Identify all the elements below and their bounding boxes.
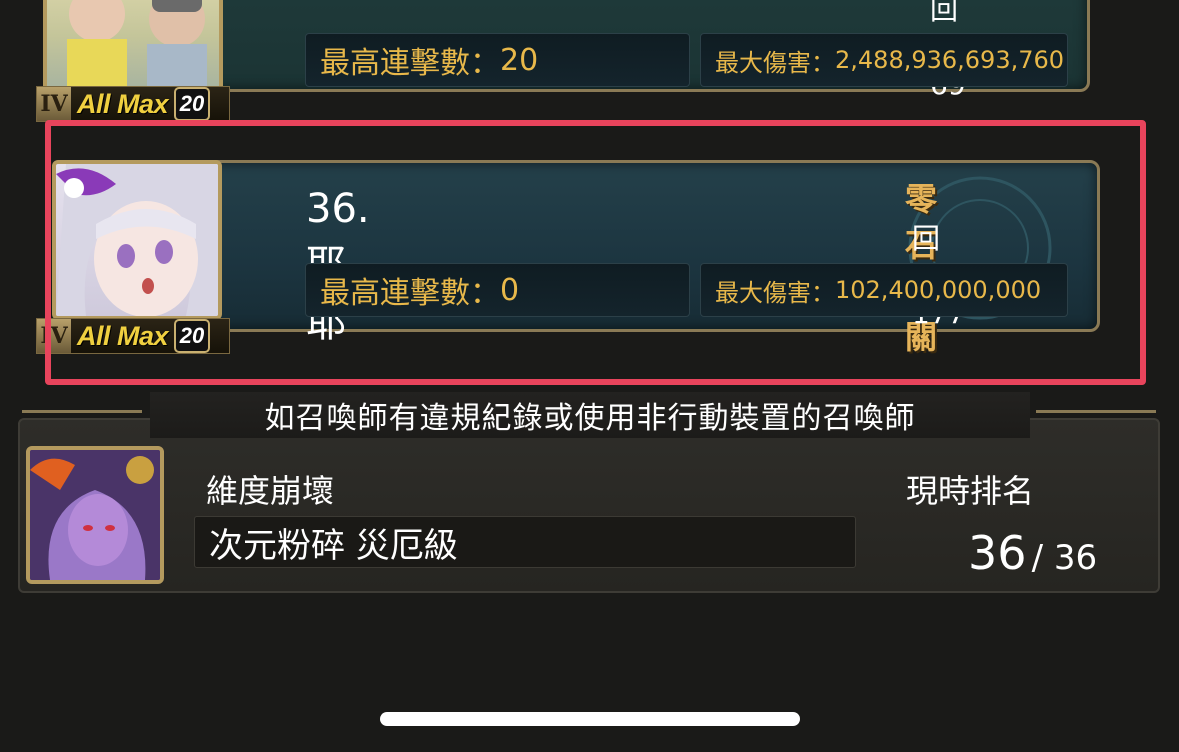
max-combo-label: 最高連擊數： (320, 46, 500, 81)
max-combo-box: 最高連擊數： 20 (305, 33, 690, 87)
max-combo-value: 20 (500, 42, 539, 78)
rank-total: / 36 (1031, 538, 1098, 578)
level-badge: 20 (174, 87, 211, 121)
right-ornament-icon (1036, 410, 1156, 446)
rank-label: 現時排名 (906, 472, 1035, 510)
all-max-label: All Max (77, 88, 169, 119)
player-avatar-previous[interactable] (43, 0, 223, 92)
category-label: 維度崩壞 (206, 472, 335, 510)
boss-portrait-icon (30, 450, 160, 580)
character-portrait-icon (67, 0, 207, 88)
highlight-frame (45, 120, 1146, 385)
home-indicator[interactable] (380, 712, 800, 726)
left-ornament-icon (22, 410, 142, 446)
rank-current: 36 (968, 526, 1027, 580)
hero-badge-previous: IV All Max 20 (36, 86, 230, 122)
rank-value: 36 / 36 (968, 526, 1097, 580)
notice-banner: 如召喚師有違規紀錄或使用非行動裝置的召喚師 (150, 392, 1030, 438)
max-damage-label: 最大傷害： (715, 48, 835, 77)
max-damage-value: 2,488,936,693,760 (835, 46, 1065, 74)
stage-boss-avatar[interactable] (26, 446, 164, 584)
stage-name: 次元粉碎 災厄級 (209, 525, 458, 566)
rank-numeral: IV (37, 87, 71, 121)
max-damage-box: 最大傷害： 2,488,936,693,760 (700, 33, 1068, 87)
stage-name-box: 次元粉碎 災厄級 (194, 516, 856, 568)
